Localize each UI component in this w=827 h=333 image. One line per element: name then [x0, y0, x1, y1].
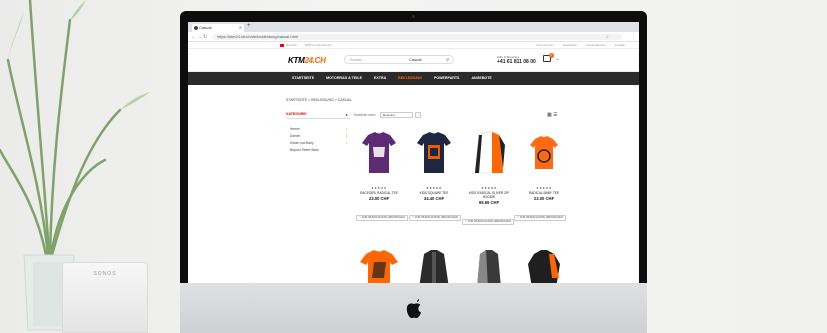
divider: [286, 118, 350, 119]
plus-icon[interactable]: •: [346, 140, 347, 145]
product-price: 34.40 CHF: [423, 196, 445, 201]
product-card[interactable]: ★★★★★ KIDS RADICAL SLIVER ZIP HOODIE 69.…: [464, 129, 514, 205]
new-tab-icon[interactable]: +: [247, 23, 251, 29]
breadcrumb[interactable]: STARTSEITE > BEKLEIDUNG > CASUAL: [286, 98, 352, 102]
sidebar-title: KATEGORIE: [286, 112, 307, 116]
add-to-wishlist-button[interactable]: ♡ ZUR WUNSCHLISTE HINZUFÜGEN: [514, 215, 566, 221]
wishlist-label: ZUR WUNSCHLISTE HINZUFÜGEN: [415, 216, 458, 219]
favicon-icon: [194, 26, 198, 30]
browser-tab[interactable]: Casual ✕: [192, 24, 244, 32]
back-icon[interactable]: ←: [191, 34, 196, 40]
browser-tabbar: Casual ✕ +: [188, 22, 639, 32]
top-links: Unternehmen Newsletter Versandkosten Kon…: [536, 42, 625, 49]
phone-number[interactable]: +41 61 811 08 00: [497, 59, 536, 65]
product-image[interactable]: [354, 248, 404, 283]
product-image[interactable]: [464, 248, 514, 283]
filter-item[interactable]: Damen: [290, 134, 300, 138]
bookmark-star-icon[interactable]: ☆: [605, 34, 609, 39]
language-select[interactable]: Deutsch: [286, 42, 297, 49]
reload-icon[interactable]: ↻: [203, 34, 207, 40]
search-icon[interactable]: ⚲: [446, 56, 449, 63]
rating-stars: ★★★★★: [426, 186, 442, 190]
nav-item-motorrad[interactable]: MOTORRAD & TEILE: [320, 72, 368, 85]
logo-main: KTM: [288, 56, 305, 65]
product-image[interactable]: [354, 129, 404, 177]
top-link[interactable]: Versandkosten: [586, 42, 606, 49]
product-name[interactable]: KIDS RADICAL SLIVER ZIP HOODIE: [464, 191, 514, 199]
product-card[interactable]: ★★★★★ RACEGIRL RADICAL TEE 23.00 CHF: [354, 129, 404, 201]
site-topbar: Deutsch B2B Kundenbereich Unternehmen Ne…: [188, 42, 639, 49]
wishlist-label: ZUR WUNSCHLISTE HINZUFÜGEN: [468, 220, 511, 223]
product-price: 69.65 CHF: [478, 200, 500, 205]
monitor-bezel: Casual ✕ + ← → ↻ https://ktm24.ch/ch/de/…: [180, 11, 647, 283]
product-price: 23.00 CHF: [368, 196, 390, 201]
nav-item-extra[interactable]: EXTRA: [368, 72, 392, 85]
logo-accent: 24.CH: [304, 56, 326, 65]
imac: Casual ✕ + ← → ↻ https://ktm24.ch/ch/de/…: [180, 11, 647, 333]
product-name[interactable]: RADICAL BABY TEE: [519, 191, 569, 195]
b2b-link[interactable]: B2B Kundenbereich: [305, 42, 332, 49]
rating-stars: ★★★★★: [536, 186, 552, 190]
top-link[interactable]: Newsletter: [563, 42, 577, 49]
plus-icon[interactable]: •: [346, 133, 347, 138]
search-value: Casual: [409, 57, 422, 62]
cart-count-badge: 0: [549, 53, 554, 58]
apple-logo-icon: [406, 299, 421, 319]
site-header: KTM24.CH Suche... Casual ⚲ Hilfe & Berat…: [188, 49, 639, 72]
browser-menu-icon[interactable]: ⋮: [631, 34, 636, 40]
url-field[interactable]: https://ktm24.ch/ch/de/bekleidung/casual…: [212, 34, 622, 40]
add-to-wishlist-button[interactable]: ♡ ZUR WUNSCHLISTE HINZUFÜGEN: [462, 219, 514, 225]
monitor-chin: [180, 283, 647, 333]
product-name[interactable]: RACEGIRL RADICAL TEE: [354, 191, 404, 195]
site-logo[interactable]: KTM24.CH: [288, 56, 326, 65]
rating-stars: ★★★★★: [371, 186, 387, 190]
swiss-flag-icon: [280, 44, 284, 47]
product-image[interactable]: [519, 129, 569, 177]
product-image[interactable]: [409, 129, 459, 177]
speaker: SONOS: [62, 262, 148, 333]
product-image[interactable]: [409, 248, 459, 283]
speaker-logo: SONOS: [93, 271, 117, 277]
nav-item-angebote[interactable]: ANGEBOTE: [465, 72, 497, 85]
screen: Casual ✕ + ← → ↻ https://ktm24.ch/ch/de/…: [188, 22, 639, 283]
top-link[interactable]: Unternehmen: [536, 42, 554, 49]
collapse-arrow-icon[interactable]: ▸: [346, 112, 348, 117]
nav-item-startseite[interactable]: STARTSEITE: [286, 72, 320, 85]
product-price: 23.00 CHF: [533, 196, 555, 201]
close-tab-icon[interactable]: ✕: [239, 24, 242, 32]
sort-select[interactable]: Relevanz: [380, 112, 413, 118]
tab-title: Casual: [199, 25, 212, 30]
add-to-wishlist-button[interactable]: ♡ ZUR WUNSCHLISTE HINZUFÜGEN: [409, 215, 461, 221]
nav-item-powerparts[interactable]: POWERPARTS: [428, 72, 466, 85]
wishlist-label: ZUR WUNSCHLISTE HINZUFÜGEN: [362, 216, 405, 219]
wishlist-label: ZUR WUNSCHLISTE HINZUFÜGEN: [520, 216, 563, 219]
address-bar: ← → ↻ https://ktm24.ch/ch/de/bekleidung/…: [188, 32, 639, 42]
filter-item[interactable]: Herren: [290, 127, 300, 131]
add-to-wishlist-button[interactable]: ♡ ZUR WUNSCHLISTE HINZUFÜGEN: [356, 215, 408, 221]
product-card[interactable]: ★★★★★ KIDS SQUARE TEE 34.40 CHF: [409, 129, 459, 201]
forward-icon[interactable]: →: [197, 34, 202, 40]
sort-label: Sortieren nach: [354, 113, 376, 117]
rating-stars: ★★★★★: [481, 186, 497, 190]
search-placeholder: Suche...: [350, 57, 365, 62]
top-link[interactable]: Kontakt: [615, 42, 625, 49]
product-image[interactable]: [464, 129, 514, 177]
nav-item-bekleidung[interactable]: BEKLEIDUNG: [392, 72, 428, 85]
filter-item[interactable]: Kinder und Baby: [290, 141, 314, 145]
product-name[interactable]: KIDS SQUARE TEE: [409, 191, 459, 195]
plus-icon[interactable]: •: [346, 126, 347, 131]
search-input[interactable]: Suche... Casual ⚲: [344, 55, 454, 64]
camera-dot: [412, 15, 415, 18]
product-card[interactable]: ★★★★★ RADICAL BABY TEE 23.00 CHF: [519, 129, 569, 201]
grid-view-icon[interactable]: ▦ ☰: [547, 112, 558, 118]
sort-direction-icon[interactable]: ↓: [415, 112, 421, 118]
main-nav: STARTSEITE MOTORRAD & TEILE EXTRA BEKLEI…: [188, 72, 639, 85]
product-image[interactable]: [519, 248, 569, 283]
chevron-down-icon[interactable]: ⌄: [556, 56, 559, 61]
filter-item[interactable]: Beyond Street Wear: [290, 148, 319, 152]
